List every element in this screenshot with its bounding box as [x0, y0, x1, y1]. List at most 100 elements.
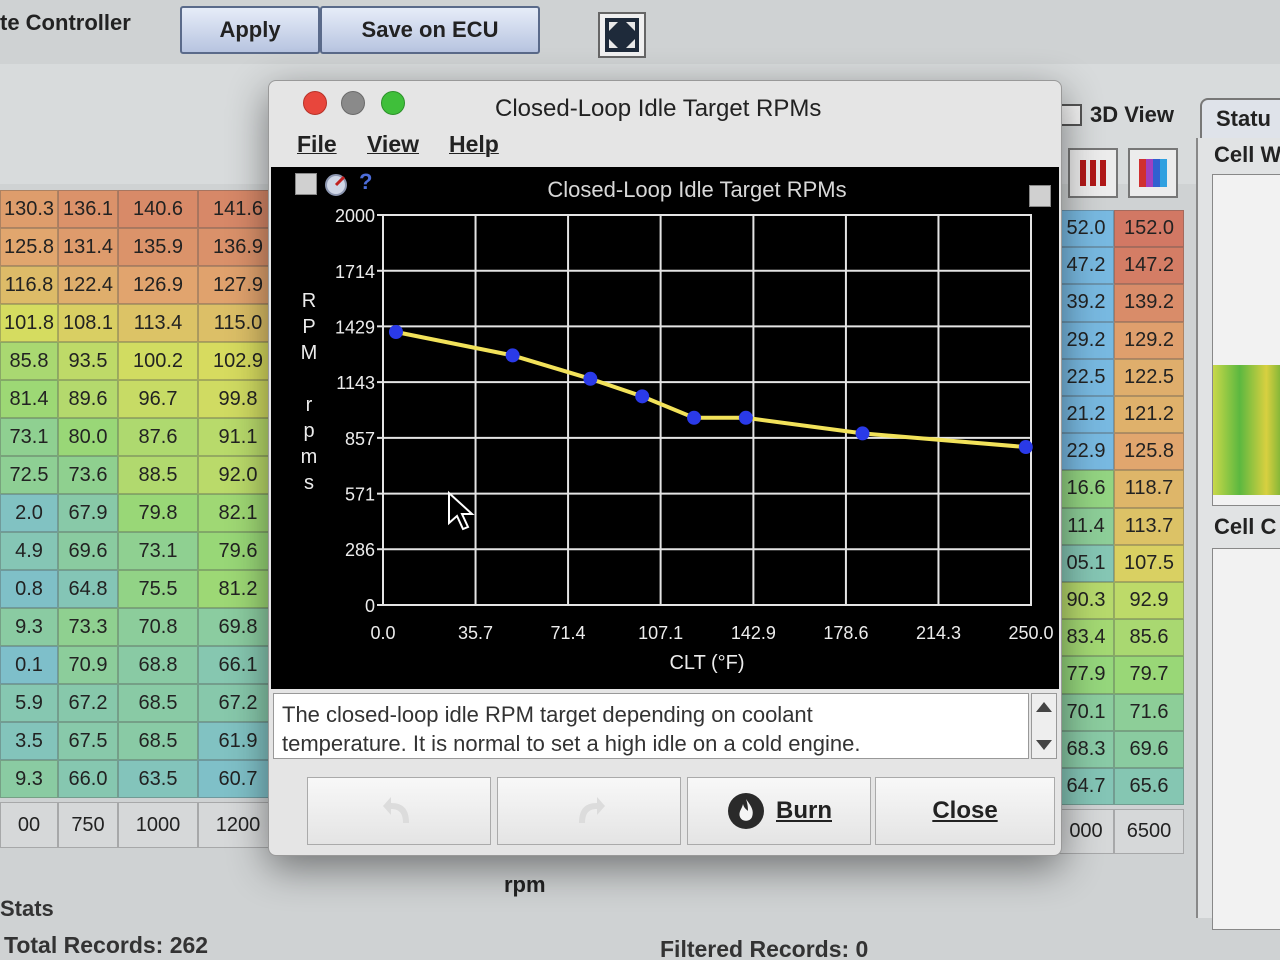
table-cell[interactable]: 93.5	[58, 342, 118, 380]
table-cell[interactable]: 135.9	[118, 228, 198, 266]
table-cell[interactable]: 5.9	[0, 684, 58, 722]
table-cell[interactable]: 125.8	[0, 228, 58, 266]
table-cell[interactable]: 69.6	[58, 532, 118, 570]
table-cell[interactable]: 70.8	[118, 608, 198, 646]
table-cell[interactable]: 82.1	[198, 494, 278, 532]
table-cell[interactable]: 147.2	[1114, 247, 1184, 285]
data-point[interactable]	[855, 426, 870, 441]
table-cell[interactable]: 39.2	[1058, 284, 1114, 322]
table-cell[interactable]: 92.0	[198, 456, 278, 494]
table-cell[interactable]: 125.8	[1114, 433, 1184, 471]
table-cell[interactable]: 139.2	[1114, 284, 1184, 322]
table-cell[interactable]: 65.6	[1114, 768, 1184, 806]
table-cell[interactable]: 16.6	[1058, 470, 1114, 508]
idle-rpm-chart[interactable]: Closed-Loop Idle Target RPMs 2000 1714 1429…	[271, 167, 1059, 689]
table-cell[interactable]: 136.1	[58, 190, 118, 228]
table-cell[interactable]: 129.2	[1114, 321, 1184, 359]
table-cell[interactable]: 75.5	[118, 570, 198, 608]
panel-restore-button[interactable]	[1029, 185, 1051, 207]
table-cell[interactable]: 66.1	[198, 646, 278, 684]
table-cell[interactable]: 11.4	[1058, 507, 1114, 545]
table-cell[interactable]: 63.5	[118, 760, 198, 798]
checkbox-box[interactable]	[1060, 104, 1082, 126]
table-cell[interactable]: 136.9	[198, 228, 278, 266]
table-cell[interactable]: 67.2	[198, 684, 278, 722]
zoom-window-button[interactable]	[381, 91, 405, 115]
table-cell[interactable]: 77.9	[1058, 656, 1114, 694]
data-point[interactable]	[388, 325, 403, 339]
table-cell[interactable]: 29.2	[1058, 321, 1114, 359]
table-cell[interactable]: 47.2	[1058, 247, 1114, 285]
table-cell[interactable]: 71.6	[1114, 693, 1184, 731]
data-point[interactable]	[635, 389, 650, 404]
apply-button[interactable]: Apply	[180, 6, 320, 54]
table-cell[interactable]: 100.2	[118, 342, 198, 380]
table-cell[interactable]: 61.9	[198, 722, 278, 760]
help-scrollbar[interactable]	[1031, 693, 1057, 759]
table-cell[interactable]: 126.9	[118, 266, 198, 304]
table-cell[interactable]: 122.4	[58, 266, 118, 304]
table-cell[interactable]: 83.4	[1058, 619, 1114, 657]
table-cell[interactable]: 73.1	[118, 532, 198, 570]
undo-button[interactable]	[307, 777, 491, 845]
minimize-window-button[interactable]	[341, 91, 365, 115]
table-cell[interactable]: 70.9	[58, 646, 118, 684]
menu-file[interactable]: File	[297, 131, 337, 158]
table-cell[interactable]: 90.3	[1058, 582, 1114, 620]
table-cell[interactable]: 130.3	[0, 190, 58, 228]
table-cell[interactable]: 67.2	[58, 684, 118, 722]
table-cell[interactable]: 67.9	[58, 494, 118, 532]
table-cell[interactable]: 92.9	[1114, 582, 1184, 620]
table-cell[interactable]: 79.7	[1114, 656, 1184, 694]
table-cell[interactable]: 73.6	[58, 456, 118, 494]
table-cell[interactable]: 68.8	[118, 646, 198, 684]
table-cell[interactable]: 79.8	[118, 494, 198, 532]
table-cell[interactable]: 67.5	[58, 722, 118, 760]
table-cell[interactable]: 69.6	[1114, 730, 1184, 768]
help-question-icon[interactable]: ?	[359, 169, 372, 195]
table-cell[interactable]: 72.5	[0, 456, 58, 494]
table-cell[interactable]: 113.7	[1114, 507, 1184, 545]
table-cell[interactable]: 102.9	[198, 342, 278, 380]
table-cell[interactable]: 116.8	[0, 266, 58, 304]
view-3d-checkbox[interactable]: 3D View	[1060, 102, 1174, 128]
table-cell[interactable]: 127.9	[198, 266, 278, 304]
table-cell[interactable]: 64.8	[58, 570, 118, 608]
table-cell[interactable]: 70.1	[1058, 693, 1114, 731]
table-cell[interactable]: 115.0	[198, 304, 278, 342]
table-cell[interactable]: 79.6	[198, 532, 278, 570]
save-on-ecu-button[interactable]: Save on ECU	[320, 6, 540, 54]
redo-button[interactable]	[497, 777, 681, 845]
table-cell[interactable]: 22.5	[1058, 358, 1114, 396]
fullscreen-button[interactable]	[598, 12, 646, 58]
table-cell[interactable]: 107.5	[1114, 544, 1184, 582]
table-cell[interactable]: 152.0	[1114, 210, 1184, 248]
close-window-button[interactable]	[303, 91, 327, 115]
tab-status[interactable]: Statu	[1200, 98, 1280, 138]
scroll-up-icon[interactable]	[1036, 702, 1052, 712]
table-cell[interactable]: 122.5	[1114, 358, 1184, 396]
table-cell[interactable]: 52.0	[1058, 210, 1114, 248]
table-cell[interactable]: 91.1	[198, 418, 278, 456]
table-cell[interactable]: 9.3	[0, 608, 58, 646]
table-cell[interactable]: 68.5	[118, 684, 198, 722]
data-point[interactable]	[1018, 440, 1033, 455]
data-point[interactable]	[583, 371, 598, 386]
table-cell[interactable]: 64.7	[1058, 768, 1114, 806]
table-cell[interactable]: 96.7	[118, 380, 198, 418]
table-cell[interactable]: 73.1	[0, 418, 58, 456]
menu-view[interactable]: View	[367, 131, 419, 158]
table-cell[interactable]: 101.8	[0, 304, 58, 342]
table-cell[interactable]: 69.8	[198, 608, 278, 646]
table-cell[interactable]: 81.2	[198, 570, 278, 608]
table-cell[interactable]: 87.6	[118, 418, 198, 456]
table-cell[interactable]: 4.9	[0, 532, 58, 570]
table-cell[interactable]: 60.7	[198, 760, 278, 798]
bars-view-button[interactable]	[1068, 148, 1118, 198]
table-cell[interactable]: 140.6	[118, 190, 198, 228]
table-cell[interactable]: 80.0	[58, 418, 118, 456]
table-cell[interactable]: 68.3	[1058, 730, 1114, 768]
menu-help[interactable]: Help	[449, 131, 499, 158]
table-cell[interactable]: 68.5	[118, 722, 198, 760]
table-cell[interactable]: 2.0	[0, 494, 58, 532]
